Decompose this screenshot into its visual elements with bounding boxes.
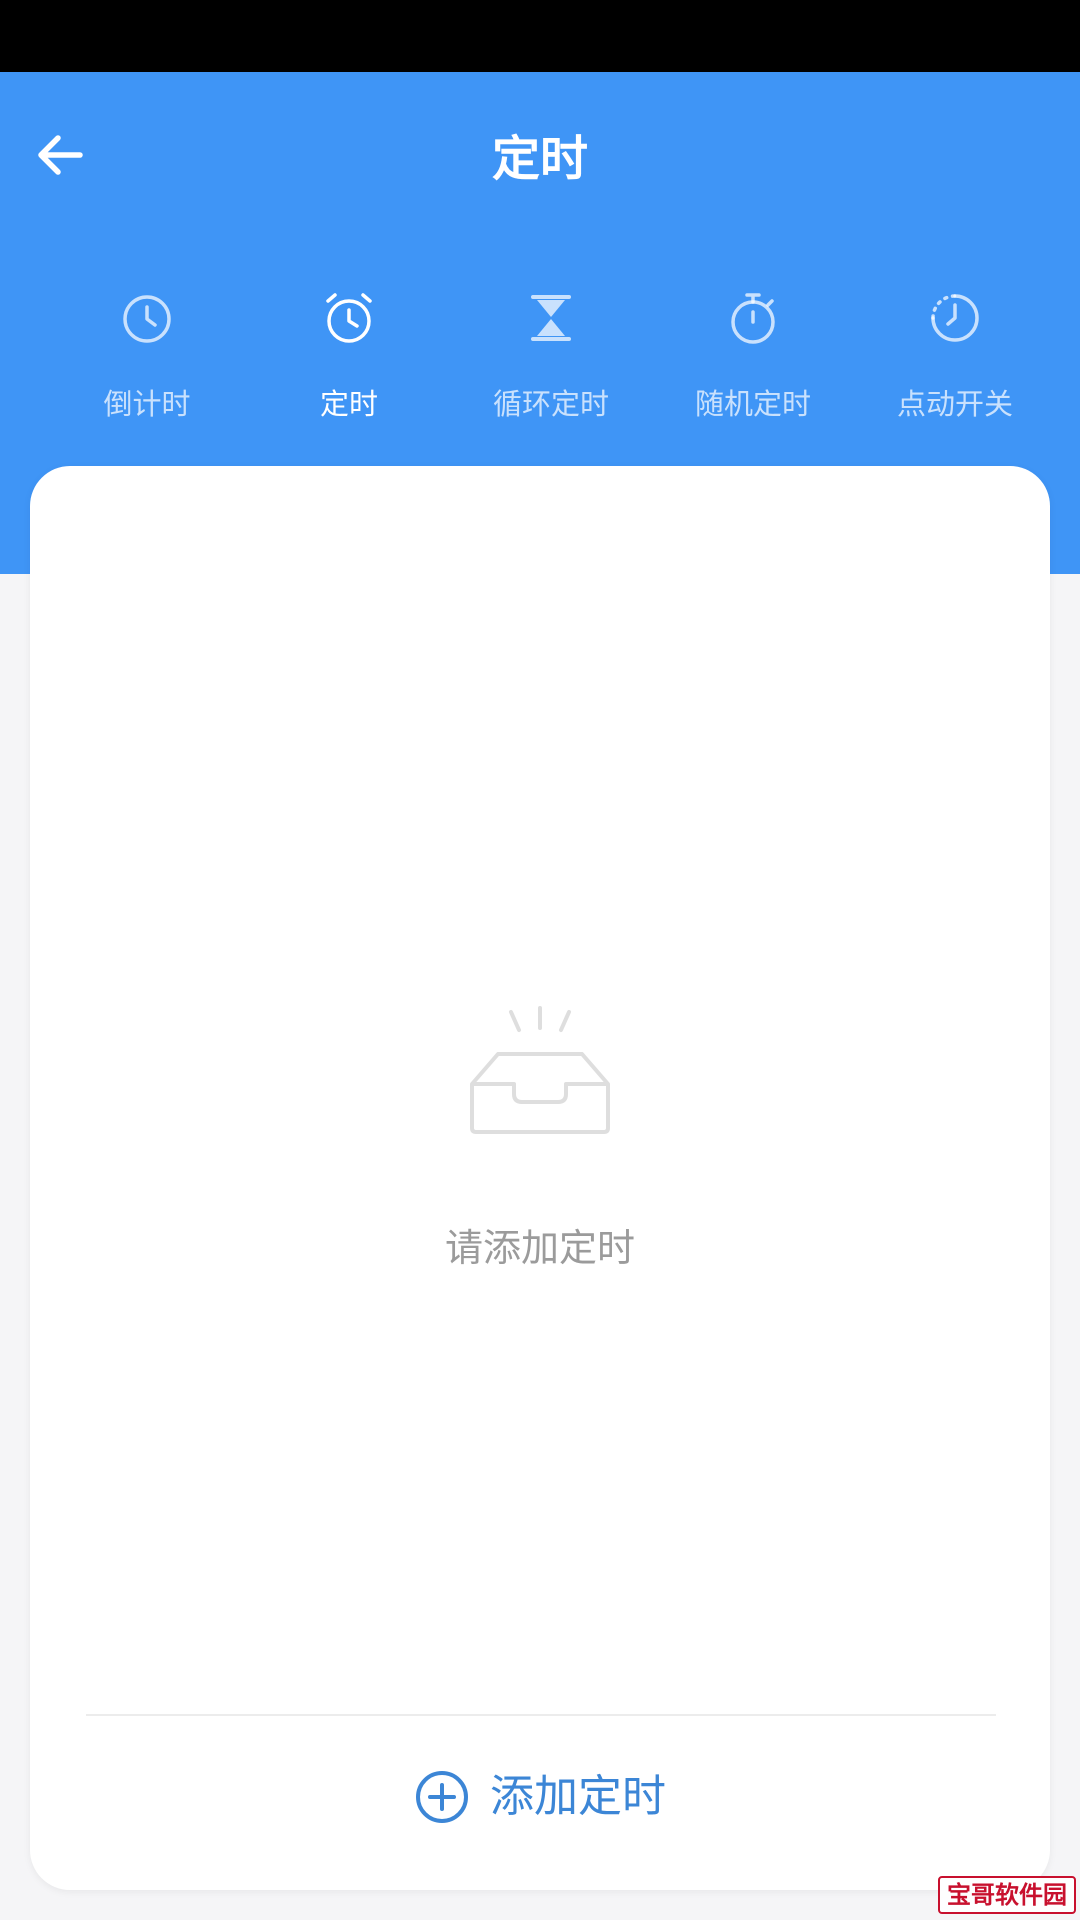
tab-cycle-timer[interactable]: 循环定时	[450, 278, 652, 438]
stopwatch-icon	[731, 293, 775, 344]
dotted-clock-icon	[931, 294, 979, 342]
mode-tabs: 倒计时 定时 循环定时 随机定时 点动开关	[46, 278, 1056, 438]
tab-timer[interactable]: 定时	[248, 278, 450, 438]
clock-icon	[123, 295, 171, 343]
tab-label: 点动开关	[896, 387, 1013, 421]
tab-random-timer[interactable]: 随机定时	[652, 278, 854, 438]
tab-label: 定时	[319, 387, 378, 421]
hourglass-icon	[531, 295, 571, 341]
empty-inbox-icon	[470, 1006, 610, 1134]
page-title: 定时	[491, 131, 588, 187]
tab-countdown[interactable]: 倒计时	[46, 278, 248, 438]
tab-inching-switch[interactable]: 点动开关	[854, 278, 1056, 438]
timer-list-card: 请添加定时 添加定时	[30, 466, 1050, 1890]
status-bar	[0, 0, 1080, 72]
watermark: 宝哥软件园	[938, 1876, 1076, 1914]
add-timer-label: 添加定时	[490, 1771, 666, 1822]
plus-circle-icon	[416, 1771, 468, 1823]
tab-label: 随机定时	[694, 387, 811, 421]
tab-label: 循环定时	[492, 387, 609, 421]
tab-label: 倒计时	[103, 387, 191, 421]
divider	[86, 1714, 996, 1716]
add-timer-button[interactable]: 添加定时	[30, 1742, 1050, 1852]
empty-state-message: 请添加定时	[444, 1226, 635, 1270]
alarm-clock-icon	[326, 293, 372, 343]
